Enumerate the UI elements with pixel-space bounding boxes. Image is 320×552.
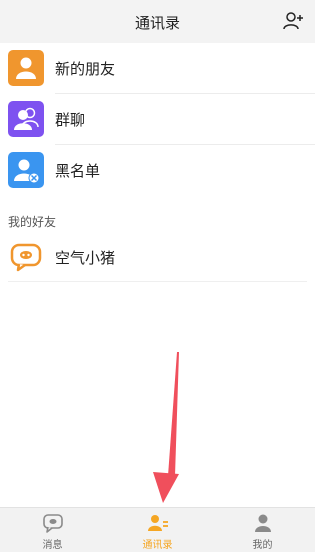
tab-label: 我的: [252, 540, 273, 551]
new-friends-item[interactable]: 新的朋友: [0, 43, 315, 94]
tab-label: 消息: [42, 540, 63, 551]
page-title: 通讯录: [134, 14, 180, 32]
tab-label: 通讯录: [142, 540, 173, 551]
add-contact-button[interactable]: [283, 11, 305, 31]
new-friends-icon: [8, 50, 44, 86]
message-icon: [42, 514, 63, 533]
contact-menu: 新的朋友 群聊 黑名单: [0, 43, 315, 196]
contacts-icon: [147, 515, 168, 531]
menu-item-label: 黑名单: [55, 162, 101, 180]
tab-me[interactable]: 我的: [210, 508, 315, 552]
section-title: 我的好友: [8, 215, 57, 229]
menu-item-label: 新的朋友: [55, 60, 116, 78]
top-bar: 通讯录: [0, 0, 315, 43]
blacklist-icon: [8, 152, 44, 188]
add-person-icon: [283, 12, 303, 30]
tab-contacts[interactable]: 通讯录: [105, 508, 210, 552]
chat-bubble-icon: [10, 240, 42, 272]
bottom-tab-bar: 消息 通讯录 我的: [0, 507, 315, 552]
friend-name: 空气小猪: [55, 249, 116, 267]
menu-item-label: 群聊: [55, 111, 86, 129]
friend-list-item[interactable]: 空气小猪: [0, 230, 315, 282]
group-chat-item[interactable]: 群聊: [0, 94, 315, 145]
group-chat-icon: [8, 101, 44, 137]
person-icon: [254, 514, 271, 532]
blacklist-item[interactable]: 黑名单: [0, 145, 315, 196]
tab-messages[interactable]: 消息: [0, 508, 105, 552]
divider: [8, 281, 307, 282]
